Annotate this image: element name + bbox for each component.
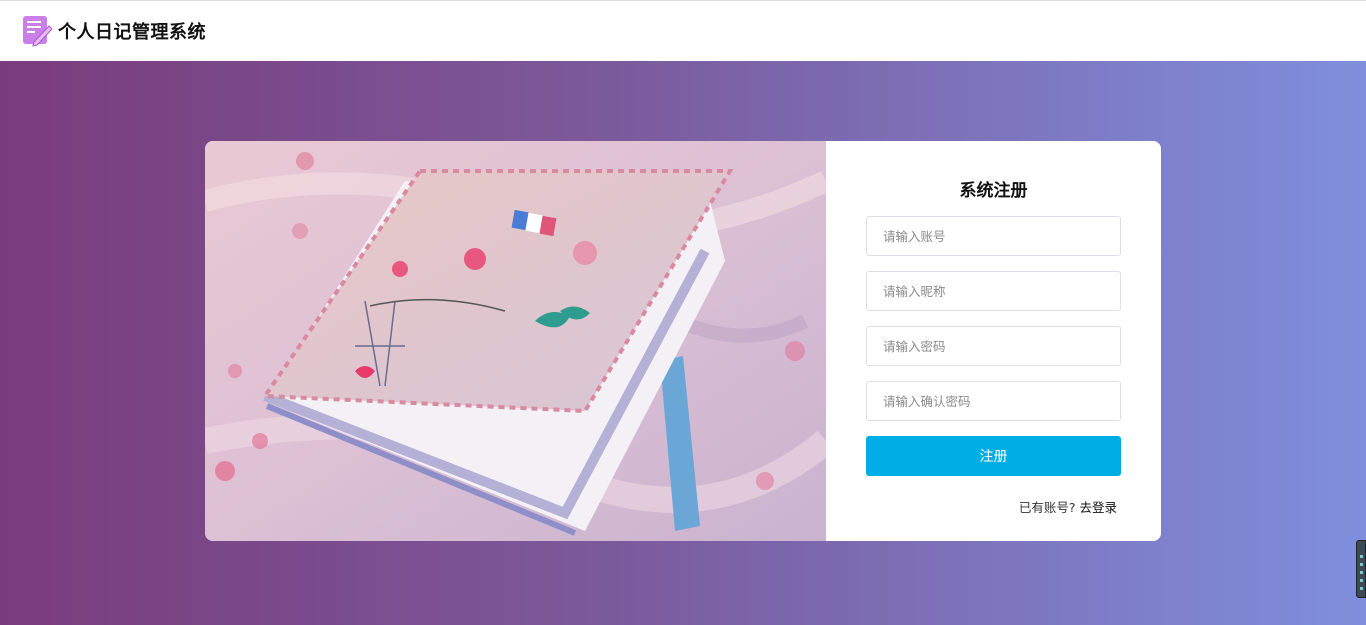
nickname-input[interactable] [866,271,1121,311]
app-title: 个人日记管理系统 [58,22,206,43]
form-title: 系统注册 [959,181,1028,201]
login-prompt: 已有账号? 去登录 [1019,497,1117,516]
register-form: 系统注册 注册 已有账号?去登录 [826,141,1161,541]
confirm-password-input[interactable] [866,381,1121,421]
side-widget-handle[interactable] [1356,540,1366,598]
password-input[interactable] [866,326,1121,366]
diary-photo [205,141,826,541]
notebook-pen-icon [23,16,52,47]
account-input[interactable] [866,216,1121,256]
top-bar: 个人日记管理系统 [0,0,1366,61]
register-card: 系统注册 注册 已有账号?去登录 [205,141,1161,541]
have-account-text: 已有账号? [1018,500,1076,515]
login-link[interactable]: 去登录 [1079,500,1117,515]
register-button[interactable]: 注册 [866,436,1121,476]
